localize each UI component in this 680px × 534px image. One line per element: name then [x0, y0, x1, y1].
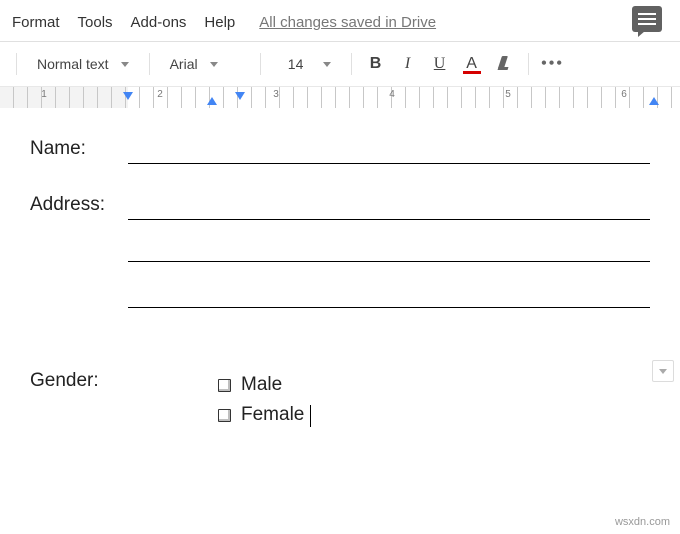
paragraph-style-label: Normal text — [37, 56, 109, 72]
watermark-text: wsxdn.com — [615, 516, 670, 528]
address-extra-lines — [30, 238, 650, 308]
chevron-down-icon — [121, 62, 129, 67]
address-input-line-3[interactable] — [128, 284, 650, 308]
ruler-first-line-indent[interactable] — [123, 92, 133, 100]
chevron-down-icon — [210, 62, 218, 67]
highlighter-icon — [494, 54, 514, 74]
bold-button[interactable]: B — [362, 50, 390, 78]
text-color-button[interactable]: A — [458, 50, 486, 78]
font-size-select[interactable]: 14 — [271, 50, 341, 78]
gender-label: Gender: — [30, 370, 210, 431]
highlight-color-button[interactable] — [490, 50, 518, 78]
paragraph-style-select[interactable]: Normal text — [27, 50, 139, 78]
menu-addons[interactable]: Add-ons — [131, 14, 187, 31]
address-input-line-2[interactable] — [128, 238, 650, 262]
name-row: Name: — [30, 136, 650, 164]
ruler-number: 2 — [157, 89, 163, 100]
text-caret — [310, 405, 311, 427]
ruler-number: 1 — [41, 89, 47, 100]
checkbox-icon — [218, 409, 231, 422]
more-toolbar-button[interactable]: ••• — [539, 50, 567, 78]
ruler-number: 4 — [389, 89, 395, 100]
gender-row: Gender: Male Female — [30, 370, 650, 431]
document-page[interactable]: Name: Address: Gender: Male Female — [0, 108, 680, 441]
menu-tools[interactable]: Tools — [78, 14, 113, 31]
ruler-right-indent[interactable] — [649, 97, 659, 105]
horizontal-ruler[interactable]: 1 2 3 4 5 6 — [0, 86, 680, 108]
gender-option-label: Male — [241, 370, 282, 400]
checkbox-icon — [218, 379, 231, 392]
italic-button[interactable]: I — [394, 50, 422, 78]
font-family-label: Arial — [170, 56, 198, 72]
ruler-number: 5 — [505, 89, 511, 100]
menu-format[interactable]: Format — [12, 14, 60, 31]
font-family-select[interactable]: Arial — [160, 50, 250, 78]
address-label: Address: — [30, 194, 120, 220]
address-input-line-1[interactable] — [128, 192, 650, 220]
ruler-left-indent[interactable] — [207, 97, 217, 105]
underline-button[interactable]: U — [426, 50, 454, 78]
gender-option-label: Female — [241, 400, 304, 430]
ruler-ticks — [0, 87, 680, 108]
explore-button[interactable] — [652, 360, 674, 382]
gender-options: Male Female — [218, 370, 311, 431]
gender-option-female[interactable]: Female — [218, 400, 311, 430]
format-toolbar: Normal text Arial 14 B I U A ••• — [0, 42, 680, 86]
chevron-down-icon — [323, 62, 331, 67]
menu-bar: Format Tools Add-ons Help All changes sa… — [0, 0, 680, 41]
chevron-down-icon — [659, 369, 667, 374]
ruler-number: 6 — [621, 89, 627, 100]
address-row: Address: — [30, 192, 650, 220]
menu-help[interactable]: Help — [204, 14, 235, 31]
comment-icon — [638, 13, 656, 25]
open-comments-button[interactable] — [632, 6, 662, 32]
name-input-line[interactable] — [128, 136, 650, 164]
ruler-tab-stop[interactable] — [235, 92, 245, 100]
font-size-value: 14 — [281, 56, 311, 72]
ruler-number: 3 — [273, 89, 279, 100]
name-label: Name: — [30, 138, 120, 164]
gender-option-male[interactable]: Male — [218, 370, 311, 400]
save-status-link[interactable]: All changes saved in Drive — [259, 14, 436, 31]
